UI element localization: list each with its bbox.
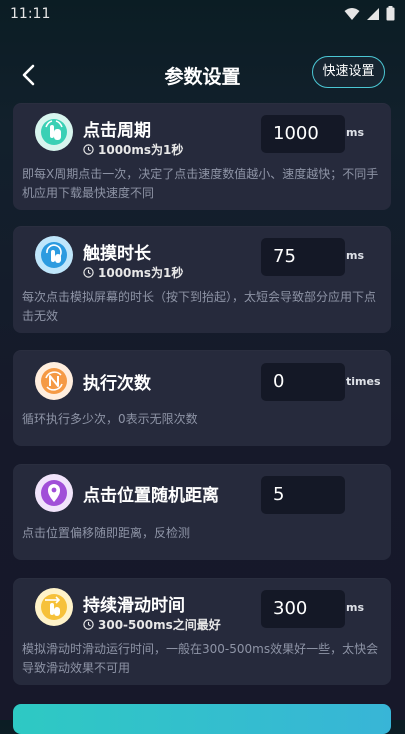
unit-label: ms <box>346 601 365 614</box>
status-bar: 11:11 <box>0 0 405 28</box>
wifi-icon <box>344 7 360 20</box>
card-description: 模拟滑动时滑动运行时间，一般在300-500ms效果好一些，太快会导致滑动效果不… <box>22 642 379 675</box>
clock-icon <box>83 267 94 278</box>
clock-icon <box>83 619 94 630</box>
card-description: 循环执行多少次，0表示无限次数 <box>22 412 198 426</box>
tap-hand-icon <box>35 113 73 151</box>
card-hint: 1000ms为1秒 <box>83 141 183 158</box>
card-click-interval: 点击周期 1000ms为1秒 1000 ms 即每X周期点击一次，决定了点击速度… <box>13 103 391 210</box>
unit-label: ms <box>346 249 365 262</box>
card-touch-duration: 触摸时长 1000ms为1秒 75 ms 每次点击模拟屏幕的时长（按下到抬起），… <box>13 226 391 333</box>
unit-label: times <box>346 375 381 388</box>
bottom-action-button[interactable] <box>13 704 391 734</box>
card-description: 点击位置偏移随即距离，反检测 <box>22 526 191 540</box>
touch-duration-input[interactable]: 75 <box>261 238 345 276</box>
card-hint-text: 1000ms为1秒 <box>98 266 184 280</box>
swipe-duration-input[interactable]: 300 <box>261 590 345 628</box>
repeat-count-icon <box>35 362 73 400</box>
nav-bar: 参数设置 快速设置 <box>0 52 405 96</box>
swipe-hand-icon <box>35 588 73 626</box>
execution-count-input[interactable]: 0 <box>261 363 345 401</box>
signal-icon <box>367 7 379 20</box>
touch-duration-icon <box>35 236 73 274</box>
card-swipe-duration: 持续滑动时间 300-500ms之间最好 300 ms 模拟滑动时滑动运行时间，… <box>13 578 391 685</box>
card-title: 点击位置随机距离 <box>83 486 219 506</box>
unit-label: ms <box>346 126 365 139</box>
status-time: 11:11 <box>10 6 51 22</box>
card-description: 即每X周期点击一次，决定了点击速度数值越小、速度越快；不同手机应用下载最快速度不… <box>22 167 379 200</box>
battery-icon <box>386 6 395 21</box>
click-interval-input[interactable]: 1000 <box>261 115 345 153</box>
card-hint: 300-500ms之间最好 <box>83 616 221 633</box>
card-random-offset: 点击位置随机距离 5 点击位置偏移随即距离，反检测 <box>13 464 391 560</box>
card-title: 执行次数 <box>83 374 151 394</box>
status-icons <box>344 6 395 21</box>
card-execution-count: 执行次数 0 times 循环执行多少次，0表示无限次数 <box>13 350 391 446</box>
card-title: 触摸时长 <box>83 244 151 264</box>
card-hint-text: 1000ms为1秒 <box>98 143 184 157</box>
location-pin-icon <box>35 474 73 512</box>
random-offset-input[interactable]: 5 <box>261 476 345 514</box>
card-hint: 1000ms为1秒 <box>83 264 183 281</box>
card-title: 点击周期 <box>83 121 151 141</box>
card-description: 每次点击模拟屏幕的时长（按下到抬起），太短会导致部分应用下点击无效 <box>22 290 377 323</box>
clock-icon <box>83 144 94 155</box>
card-title: 持续滑动时间 <box>83 596 185 616</box>
quick-settings-button[interactable]: 快速设置 <box>312 56 385 88</box>
card-hint-text: 300-500ms之间最好 <box>98 618 221 632</box>
